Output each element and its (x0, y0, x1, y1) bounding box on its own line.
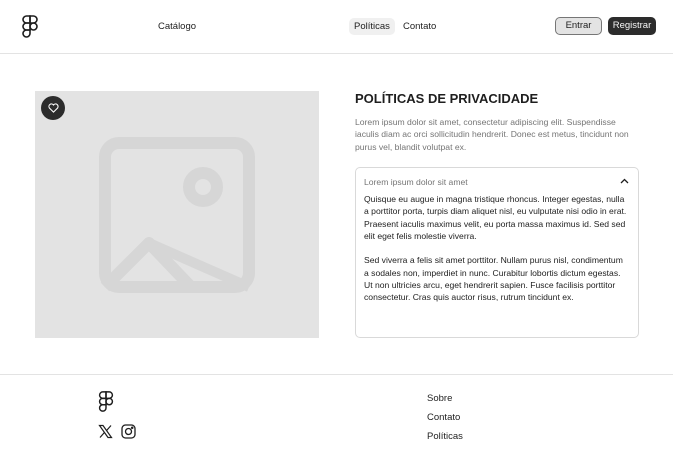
accordion-paragraph: Quisque eu augue in magna tristique rhon… (364, 194, 627, 241)
accordion-paragraph: Sed viverra a felis sit amet porttitor. … (364, 255, 623, 303)
site-footer (0, 374, 673, 466)
figma-logo-icon[interactable] (22, 15, 38, 39)
nav-link-contato[interactable]: Contato (403, 20, 436, 33)
x-logo-icon[interactable] (98, 424, 113, 439)
chevron-up-icon[interactable] (620, 178, 629, 184)
nav-link-politicas[interactable]: Políticas (349, 18, 395, 35)
footer-link-politicas[interactable]: Políticas (427, 431, 463, 443)
heart-icon (47, 103, 59, 113)
site-header: Catálogo Políticas Contato Entrar Regist… (0, 0, 673, 54)
login-button[interactable]: Entrar (555, 17, 602, 35)
page-title: POLÍTICAS DE PRIVACIDADE (355, 91, 539, 106)
footer-link-sobre[interactable]: Sobre (427, 393, 452, 405)
instagram-icon[interactable] (121, 424, 136, 439)
image-placeholder-icon (99, 137, 255, 293)
nav-link-catalogo[interactable]: Catálogo (158, 20, 196, 33)
accordion-title[interactable]: Lorem ipsum dolor sit amet (364, 177, 468, 188)
register-button[interactable]: Registrar (608, 17, 656, 35)
favorite-button[interactable] (41, 96, 65, 120)
figma-logo-icon[interactable] (98, 391, 114, 413)
page-description: Lorem ipsum dolor sit amet, consectetur … (355, 117, 629, 152)
product-image (35, 91, 319, 338)
footer-link-contato[interactable]: Contato (427, 412, 460, 424)
accordion: Lorem ipsum dolor sit amet Quisque eu au… (355, 167, 639, 338)
accordion-content: Quisque eu augue in magna tristique rhon… (364, 193, 630, 316)
